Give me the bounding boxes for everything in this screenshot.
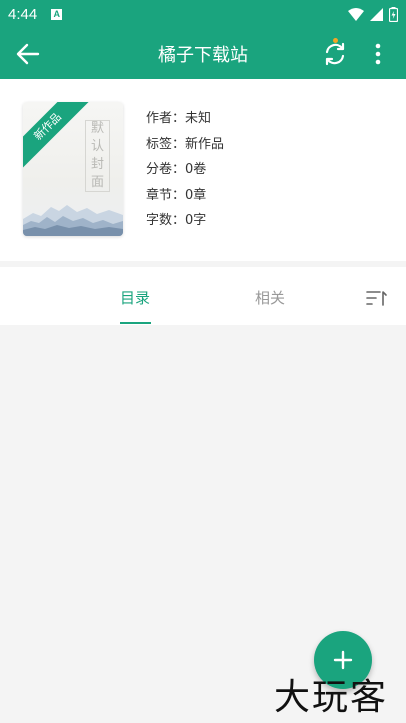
status-time: 4:44 bbox=[8, 5, 38, 23]
tab-bar: 目录 相关 bbox=[0, 267, 406, 325]
more-vertical-icon bbox=[375, 43, 381, 65]
active-tab-indicator bbox=[120, 322, 151, 324]
watermark-text: 大玩客 bbox=[274, 677, 389, 718]
cover-title-char: 认 bbox=[90, 139, 104, 154]
meta-author: 作者：未知 bbox=[146, 111, 212, 126]
book-meta-list: 作者：未知 标签：新作品 分卷：0卷 章节：0章 字数：0字 bbox=[146, 109, 224, 237]
battery-icon bbox=[389, 6, 398, 22]
cover-title: 默 认 封 面 bbox=[85, 120, 110, 192]
new-work-ribbon: 新作品 bbox=[23, 102, 95, 174]
cover-title-char: 面 bbox=[90, 175, 104, 190]
app-toolbar: 橘子下载站 bbox=[0, 28, 406, 79]
sync-icon bbox=[325, 42, 345, 66]
meta-tags: 标签：新作品 bbox=[146, 136, 225, 152]
cover-title-char: 默 bbox=[90, 121, 104, 136]
sync-badge-dot bbox=[333, 38, 338, 43]
meta-word-count: 字数：0字 bbox=[146, 213, 207, 228]
status-icons bbox=[348, 6, 398, 22]
tab-catalog[interactable]: 目录 bbox=[120, 287, 150, 308]
a-notification-icon: A bbox=[51, 8, 63, 20]
status-bar: 4:44 A bbox=[0, 0, 406, 28]
wifi-icon bbox=[348, 7, 364, 21]
book-info-card: 默 认 封 面 新作品 作者：未知 标签：新作品 分卷：0卷 章节：0章 字数：… bbox=[0, 79, 406, 261]
sort-button[interactable] bbox=[364, 287, 388, 309]
signal-icon bbox=[370, 7, 383, 21]
more-options-button[interactable] bbox=[366, 40, 390, 68]
sort-icon bbox=[366, 291, 387, 306]
sync-button[interactable] bbox=[321, 40, 349, 68]
cover-title-char: 封 bbox=[90, 157, 104, 172]
meta-volumes: 分卷：0卷 bbox=[146, 162, 207, 177]
book-cover[interactable]: 默 认 封 面 新作品 bbox=[23, 102, 123, 236]
meta-chapters: 章节：0章 bbox=[146, 187, 207, 203]
tab-related[interactable]: 相关 bbox=[255, 287, 285, 308]
